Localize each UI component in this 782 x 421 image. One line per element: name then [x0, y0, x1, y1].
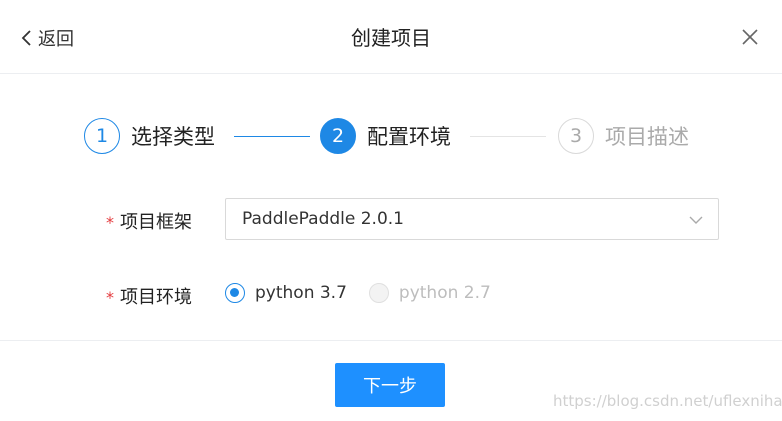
- environment-label-text: 项目环境: [120, 287, 192, 308]
- environment-radio-group: python 3.7 python 2.7: [225, 283, 491, 303]
- environment-label: * 项目环境: [106, 283, 192, 309]
- step-2-number: 2: [320, 118, 356, 154]
- chevron-down-icon: [688, 212, 704, 232]
- framework-label: * 项目框架: [106, 208, 192, 234]
- radio-python-27[interactable]: python 2.7: [368, 283, 491, 303]
- step-select-type: 1 选择类型: [84, 118, 215, 154]
- radio-python-37[interactable]: python 3.7: [225, 283, 347, 303]
- next-step-button[interactable]: 下一步: [335, 363, 445, 407]
- framework-row: * 项目框架 PaddlePaddle 2.0.1: [0, 198, 782, 242]
- step-3-number: 3: [558, 118, 594, 154]
- required-mark: *: [106, 213, 114, 232]
- framework-label-text: 项目框架: [120, 212, 192, 233]
- footer-divider: [0, 340, 782, 341]
- framework-select-value: PaddlePaddle 2.0.1: [242, 209, 404, 229]
- page-title: 创建项目: [351, 26, 431, 50]
- step-config-env: 2 配置环境: [320, 118, 451, 154]
- radio-python-37-label: python 3.7: [255, 283, 347, 303]
- radio-python-27-label: python 2.7: [398, 283, 491, 303]
- close-icon: [738, 29, 762, 53]
- step-description: 3 项目描述: [558, 118, 689, 154]
- required-mark: *: [106, 288, 114, 307]
- step-2-label: 配置环境: [367, 125, 451, 149]
- step-1-label: 选择类型: [131, 125, 215, 149]
- close-button[interactable]: [738, 25, 762, 49]
- watermark: https://blog.csdn.net/uflexnihao: [553, 392, 782, 410]
- step-3-label: 项目描述: [605, 125, 689, 149]
- stepper: 1 选择类型 2 配置环境 3 项目描述: [84, 118, 704, 156]
- dialog-header: 返回 创建项目: [0, 0, 782, 74]
- step-connector-2: [470, 136, 546, 137]
- radio-disabled-icon: [368, 283, 389, 303]
- step-1-number: 1: [84, 118, 120, 154]
- framework-select[interactable]: PaddlePaddle 2.0.1: [225, 198, 719, 240]
- radio-checked-icon: [225, 283, 245, 303]
- step-connector-1: [234, 136, 310, 137]
- environment-row: * 项目环境 python 3.7 python 2.7: [0, 273, 782, 317]
